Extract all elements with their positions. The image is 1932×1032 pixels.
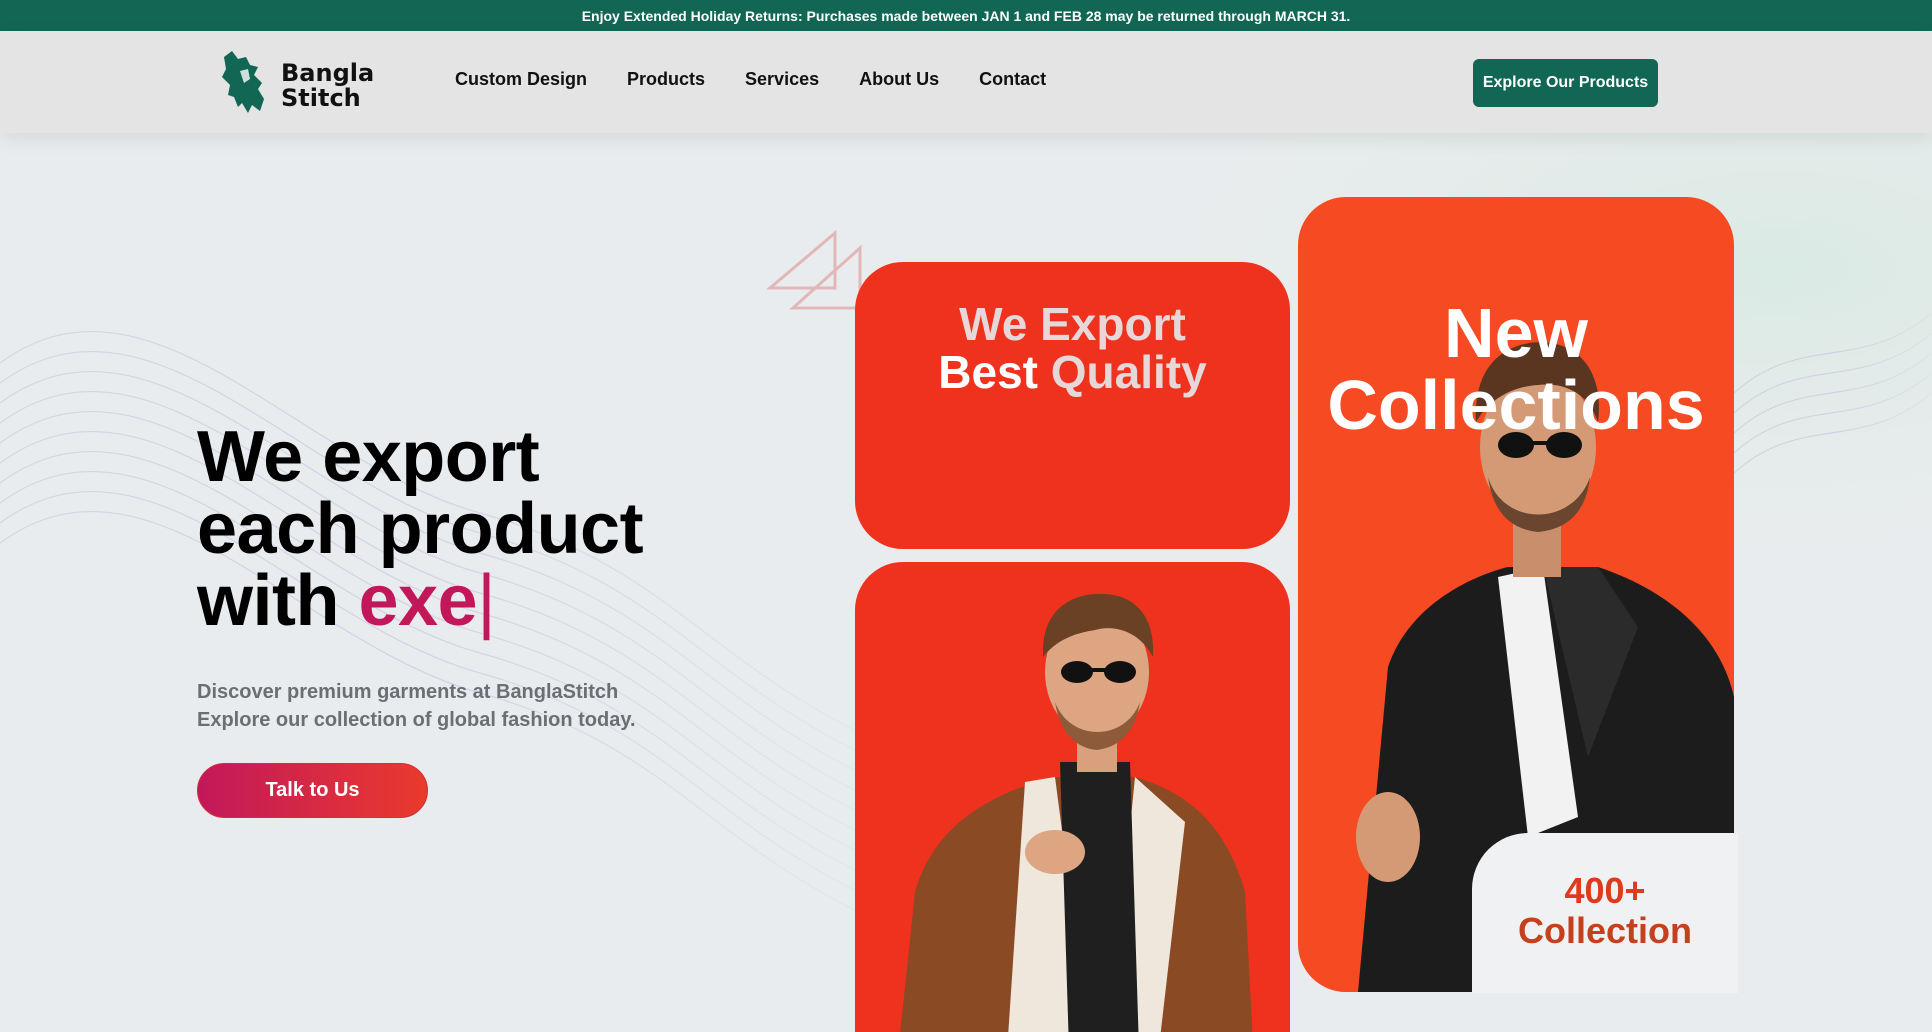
site-header: Bangla Stitch Custom Design Products Ser… bbox=[0, 31, 1932, 133]
description-line2: Explore our collection of global fashion… bbox=[197, 709, 636, 731]
headline-line2: each product bbox=[197, 489, 644, 569]
export-quality-heading: We Export Best Quality bbox=[855, 300, 1290, 396]
announcement-text: Enjoy Extended Holiday Returns: Purchase… bbox=[581, 7, 1351, 24]
nav-products[interactable]: Products bbox=[627, 69, 705, 90]
talk-to-us-button[interactable]: Talk to Us bbox=[197, 763, 428, 818]
collection-count-number: 400+ bbox=[1564, 870, 1646, 911]
export-heading-best: Best bbox=[938, 346, 1038, 398]
new-collections-heading: New Collections bbox=[1298, 297, 1734, 441]
nav-services[interactable]: Services bbox=[745, 69, 819, 90]
hero-headline: We export each product with exe| bbox=[197, 421, 644, 637]
brand-logo[interactable]: Bangla Stitch bbox=[218, 47, 374, 119]
new-collections-line1: New bbox=[1444, 294, 1588, 372]
description-line1: Discover premium garments at BanglaStitc… bbox=[197, 681, 619, 703]
brand-name-line2: Stitch bbox=[281, 84, 361, 112]
headline-line1: We export bbox=[197, 417, 540, 497]
export-heading-line1: We Export bbox=[959, 298, 1186, 350]
model-card-left bbox=[855, 562, 1290, 1032]
hero-description: Discover premium garments at BanglaStitc… bbox=[197, 678, 667, 734]
collection-count-text: 400+ Collection bbox=[1472, 871, 1738, 951]
brand-name: Bangla Stitch bbox=[281, 61, 374, 111]
nav-custom-design[interactable]: Custom Design bbox=[455, 69, 587, 90]
hero-section: We export each product with exe| Discove… bbox=[0, 133, 1932, 1032]
announcement-bar: Enjoy Extended Holiday Returns: Purchase… bbox=[0, 0, 1932, 31]
collection-count-badge: 400+ Collection bbox=[1472, 833, 1738, 993]
headline-typed-word: exe bbox=[358, 561, 478, 641]
brand-name-line1: Bangla bbox=[281, 59, 375, 87]
explore-products-button[interactable]: Explore Our Products bbox=[1473, 59, 1658, 107]
new-collections-line2: Collections bbox=[1327, 366, 1705, 444]
export-heading-quality: Quality bbox=[1050, 346, 1207, 398]
collection-count-label: Collection bbox=[1517, 910, 1692, 951]
headline-line3-prefix: with bbox=[197, 561, 359, 641]
bangladesh-map-icon bbox=[222, 51, 264, 113]
nav-about-us[interactable]: About Us bbox=[859, 69, 939, 90]
export-quality-card: We Export Best Quality bbox=[855, 262, 1290, 549]
nav-contact[interactable]: Contact bbox=[979, 69, 1046, 90]
main-nav: Custom Design Products Services About Us… bbox=[455, 69, 1046, 90]
typing-caret: | bbox=[477, 561, 496, 641]
model-photo-shearling-jacket bbox=[900, 593, 1253, 1032]
